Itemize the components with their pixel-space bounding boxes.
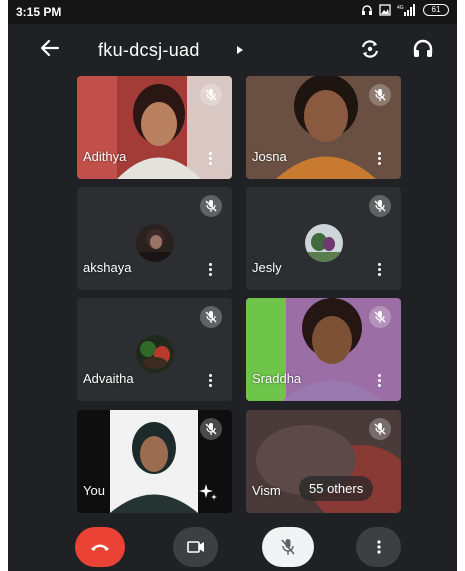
more-options-button[interactable] [356,527,401,567]
svg-text:4G: 4G [397,5,404,11]
participant-name: Vism [252,483,281,498]
participant-name: Jesly [252,260,282,275]
mic-off-icon [369,418,391,440]
status-time: 3:15 PM [16,5,62,19]
more-options-icon[interactable] [208,152,212,166]
participant-name: Advaitha [83,371,134,386]
status-icons: 4G 61 [361,4,449,16]
avatar [135,335,174,373]
participant-tile-advaitha[interactable]: Advaitha [77,298,232,401]
participant-tile-you[interactable]: You [77,410,232,513]
meeting-header: fku-dcsj-uad [8,30,457,70]
vertical-dots-icon [376,540,381,554]
video-camera-icon [186,541,204,553]
caret-right-icon[interactable] [237,46,243,54]
more-options-icon[interactable] [208,374,212,388]
avatar [304,224,343,262]
end-call-button[interactable] [75,527,125,567]
end-call-icon [91,544,109,551]
image-status-icon [379,4,391,16]
microphone-toggle-button[interactable] [262,527,314,567]
participant-tile-jesly[interactable]: Jesly [246,187,401,290]
camera-toggle-button[interactable] [173,527,218,567]
more-options-icon[interactable] [208,263,212,277]
mic-off-icon [369,84,391,106]
headset-status-icon [362,5,372,15]
mic-off-icon [200,84,222,106]
meeting-code[interactable]: fku-dcsj-uad [98,40,200,61]
participant-name: Sraddha [252,371,302,386]
mic-off-icon [200,306,222,328]
status-bar: 3:15 PM 4G 61 [8,0,457,24]
participant-tile-akshaya[interactable]: akshaya [77,187,232,290]
more-options-icon[interactable] [377,263,381,277]
more-options-icon[interactable] [377,152,381,166]
mic-off-icon [200,418,222,440]
switch-camera-icon[interactable] [359,38,381,60]
mic-off-icon [369,306,391,328]
battery-icon: 61 [423,4,449,16]
mic-off-icon [281,539,295,555]
call-controls [8,520,457,571]
phone-screen: 3:15 PM 4G 61 fku-dcsj-uad Adithya Josna… [8,0,457,571]
participant-name: Josna [252,149,287,164]
participant-tile-sraddha[interactable]: Sraddha [246,298,401,401]
participant-name: Adithya [83,149,127,164]
signal-icon: 4G [397,4,415,16]
mic-off-icon [369,195,391,217]
more-options-icon[interactable] [377,374,381,388]
participant-tile-adithya[interactable]: Adithya [77,76,232,179]
others-count-badge[interactable]: 55 others [299,476,374,501]
mic-off-icon [200,195,222,217]
participant-tile-josna[interactable]: Josna [246,76,401,179]
participant-name: You [83,483,105,498]
participant-tile-others[interactable]: Vism 55 others [246,410,401,513]
avatar [135,224,174,262]
participant-name: akshaya [83,260,132,275]
effects-sparkle-icon[interactable] [197,481,219,503]
back-arrow-icon[interactable] [38,36,62,60]
headphones-icon[interactable] [412,38,434,60]
